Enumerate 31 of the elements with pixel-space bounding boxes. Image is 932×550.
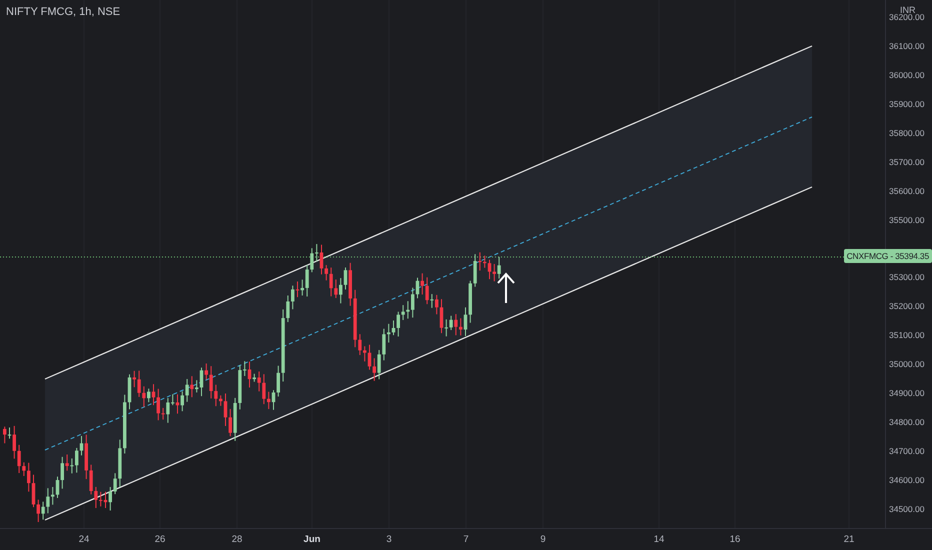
date-label: 28 — [232, 534, 242, 545]
price-label: 36000.00 — [889, 70, 924, 80]
price-label: 35800.00 — [889, 128, 924, 138]
price-label: 36100.00 — [889, 40, 924, 51]
date-label: 16 — [730, 534, 740, 545]
price-label: 35200.00 — [889, 301, 924, 312]
price-label: 34900.00 — [889, 388, 924, 398]
date-label: 24 — [78, 534, 90, 545]
date-label: 14 — [654, 534, 664, 545]
price-label: 35600.00 — [889, 186, 924, 196]
price-label: 35900.00 — [889, 98, 924, 109]
price-label: 34800.00 — [889, 417, 924, 428]
currency-label: INR — [900, 5, 916, 15]
price-label: 35300.00 — [889, 272, 924, 282]
chart-title: NIFTY FMCG, 1h, NSE — [6, 6, 120, 18]
price-tag: CNXFMCG - 35394.35 — [844, 249, 932, 263]
price-label: 35500.00 — [889, 214, 924, 225]
price-label: 34500.00 — [889, 504, 924, 514]
price-label: 35100.00 — [889, 330, 924, 340]
date-label: 3 — [386, 534, 392, 545]
price-label: 36200.00 — [889, 12, 924, 22]
arrow — [497, 272, 515, 304]
price-label: 34600.00 — [889, 475, 924, 486]
date-label: 21 — [844, 534, 854, 545]
price-label: 35700.00 — [889, 156, 924, 167]
date-label: 7 — [463, 534, 469, 545]
price-label: 34700.00 — [889, 446, 924, 456]
date-label: 9 — [540, 534, 546, 545]
date-label: 26 — [154, 534, 166, 545]
price-label: 35000.00 — [889, 359, 924, 370]
date-label: Jun — [304, 534, 320, 545]
